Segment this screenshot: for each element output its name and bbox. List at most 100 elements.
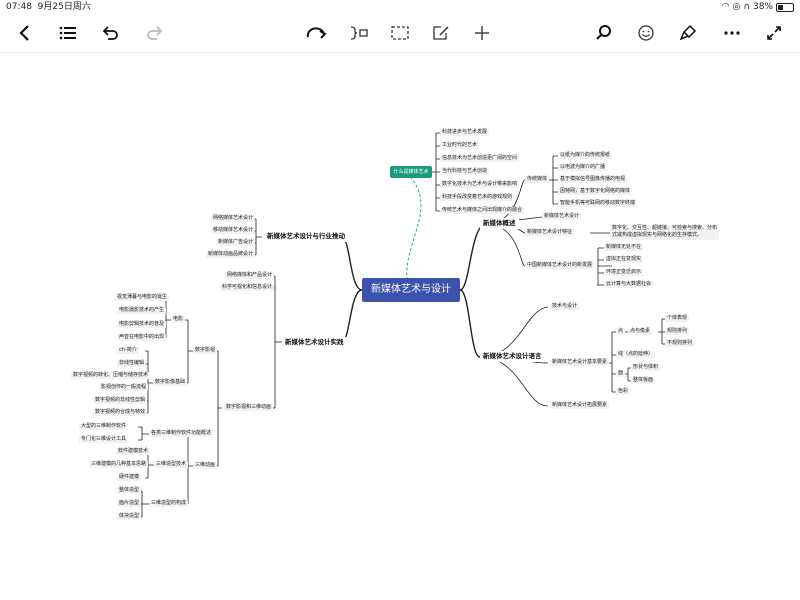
modeling-item[interactable]: 三维建模的几种基本思路 <box>89 461 149 468</box>
basics-item[interactable]: 数字视频的转化、压缩与储存技术 <box>71 372 151 379</box>
china-item[interactable]: 虚拟正在变现实 <box>604 256 644 263</box>
traditional-item[interactable]: 智能手机等可联网的移动数字终端 <box>558 200 638 207</box>
search-icon <box>596 25 611 40</box>
emoji-icon <box>638 25 654 41</box>
features-desc-line1: 数字化、交互性、超链接、可检索与搜索、分布 <box>612 225 718 231</box>
summary-button[interactable] <box>344 14 374 52</box>
note-button[interactable] <box>426 14 456 52</box>
industry-item[interactable]: 移动媒体艺术设计 <box>211 227 256 234</box>
redo-button[interactable] <box>139 14 169 52</box>
china-item[interactable]: 云计算与大数据社会 <box>604 281 654 288</box>
movie-item[interactable]: 视觉薄暮与电影的诞生 <box>115 294 170 301</box>
back-button[interactable] <box>10 14 40 52</box>
topic-basic-elements[interactable]: 新媒体艺术设计基本要素 <box>550 359 610 366</box>
basics-item[interactable]: 影视创作的一般流程 <box>99 384 149 391</box>
topic-face[interactable]: 面 <box>616 370 626 377</box>
outline-button[interactable] <box>53 14 83 52</box>
face-item[interactable]: 整体板面 <box>631 377 656 384</box>
modeling-item[interactable]: 硬件建模 <box>117 474 142 481</box>
topic-3d-structure[interactable]: 三维造型的构成 <box>149 500 189 507</box>
toolbar <box>0 14 800 53</box>
basics-item[interactable]: ch-简介 <box>117 347 139 354</box>
basics-item[interactable]: 数字视频的合成与特效 <box>93 409 148 416</box>
battery-icon <box>776 2 794 12</box>
topic-point-pixel[interactable]: 点与像素 <box>628 328 653 335</box>
industry-item[interactable]: 新媒体广告设计 <box>216 239 256 246</box>
features-description[interactable]: 数字化、交互性、超链接、可检索与搜索、分布 式或构成虚拟现实与网络化的生存模式。 <box>610 225 720 240</box>
face-item[interactable]: 形状与体积 <box>631 364 661 371</box>
callout-item[interactable]: 数字化技术为艺术与设计带来影响 <box>440 181 520 188</box>
undo-icon <box>102 26 118 40</box>
traditional-item[interactable]: 以纸为媒介的传统报纸 <box>558 152 613 159</box>
topic-3d-software[interactable]: 各类三维制作软件功能概述 <box>149 430 214 437</box>
topic-expand-elements[interactable]: 新媒体艺术设计拓展要素 <box>550 402 610 409</box>
redo-icon <box>147 26 163 40</box>
callout-item[interactable]: 当代科技与艺术创造 <box>440 168 490 175</box>
more-button[interactable] <box>717 14 747 52</box>
movie-item[interactable]: 电影摄影技术的产生 <box>117 307 167 314</box>
topic-traditional-media[interactable]: 传统媒体 <box>525 176 550 183</box>
topic-tech-design[interactable]: 技术与设计 <box>550 303 580 310</box>
topic-digital-film-3d[interactable]: 数字影视和三维动画 <box>224 404 274 411</box>
point-item[interactable]: 个体表现 <box>665 315 690 322</box>
format-button[interactable] <box>673 14 703 52</box>
basics-item[interactable]: 非线性编辑 <box>117 360 147 367</box>
boundary-button[interactable] <box>385 14 415 52</box>
status-bar: 07:48 9月25日周六 ◠ ◎ ∩ 38% <box>0 0 800 14</box>
undo-button[interactable] <box>96 14 126 52</box>
battery-percent: 38% <box>752 2 773 12</box>
branch-practice[interactable]: 新媒体艺术设计实践 <box>282 337 347 348</box>
callout-item[interactable]: 传统艺术与媒体之间出现媒介的融合 <box>440 207 525 214</box>
fullscreen-button[interactable] <box>759 14 789 52</box>
search-button[interactable] <box>589 14 619 52</box>
branch-industry[interactable]: 新媒体艺术设计与行业推动 <box>264 231 348 242</box>
callout-topic[interactable]: 什么是媒体艺术 <box>390 166 432 178</box>
industry-item[interactable]: 新媒体动画品牌设计 <box>206 251 256 258</box>
china-item[interactable]: 环境正变迁启示 <box>604 269 644 276</box>
format-brush-icon <box>679 24 697 41</box>
topic-features[interactable]: 新媒体艺术设计特征 <box>525 229 575 236</box>
headphones-icon: ∩ <box>743 2 750 12</box>
movie-item[interactable]: 声音在电影中的出现 <box>117 334 167 341</box>
point-item[interactable]: 不规则排列 <box>665 340 695 347</box>
china-item[interactable]: 新媒体无处不在 <box>604 244 644 251</box>
emoji-button[interactable] <box>631 14 661 52</box>
traditional-item[interactable]: 基于模拟信号图像传播的电视 <box>558 176 628 183</box>
status-right: ◠ ◎ ∩ 38% <box>722 0 794 14</box>
topic-movie[interactable]: 电影 <box>171 316 186 323</box>
root-topic[interactable]: 新媒体艺术与设计 <box>362 278 460 302</box>
movie-item[interactable]: 电影剪辑技术的普及 <box>117 321 167 328</box>
branch-overview[interactable]: 新媒体概述 <box>480 218 519 229</box>
industry-item[interactable]: 网络媒体艺术设计 <box>211 215 256 222</box>
topic-visualization[interactable]: 科学可视化和信息设计 <box>220 284 275 291</box>
branch-design-language[interactable]: 新媒体艺术设计语言 <box>480 351 545 362</box>
software-item[interactable]: 大型的三维制作软件 <box>79 423 129 430</box>
basics-item[interactable]: 数字视频的非线性剪辑 <box>93 397 148 404</box>
topic-point[interactable]: 点 <box>616 328 626 335</box>
callout-item[interactable]: 科技手段改变着艺术的游戏规则 <box>440 194 515 201</box>
point-item[interactable]: 规则排列 <box>665 328 690 335</box>
topic-art-design[interactable]: 新媒体艺术设计 <box>542 213 582 220</box>
traditional-item[interactable]: 以电波为媒介的广播 <box>558 164 608 171</box>
callout-item[interactable]: 信息技术为艺术创造更广阔的空间 <box>440 155 520 162</box>
traditional-item[interactable]: 因特网，基于数字化网络的媒体 <box>558 188 633 195</box>
topic-line[interactable]: 线（点的延伸） <box>616 351 656 358</box>
structure-item[interactable]: 体块造型 <box>117 513 142 520</box>
callout-item[interactable]: 工业时代的艺术 <box>440 142 480 149</box>
topic-digital-film[interactable]: 数字影视 <box>193 347 218 354</box>
status-time-date: 07:48 9月25日周六 <box>6 0 91 14</box>
mindmap-canvas[interactable]: 新媒体艺术与设计 什么是媒体艺术 科技进步与艺术发展 工业时代的艺术 信息技术为… <box>0 52 800 600</box>
topic-web-product[interactable]: 网络媒体和产品设计 <box>225 272 275 279</box>
topic-3d-modeling[interactable]: 三维造型技术 <box>154 461 189 468</box>
relayout-button[interactable] <box>302 14 332 52</box>
structure-item[interactable]: 整体造型 <box>117 487 142 494</box>
topic-image-basics[interactable]: 数字影像基础 <box>153 379 188 386</box>
software-item[interactable]: 专门化三维设计工具 <box>79 436 129 443</box>
add-button[interactable] <box>467 14 497 52</box>
modeling-item[interactable]: 软件建模技术 <box>116 448 151 455</box>
topic-china-development[interactable]: 中国新媒体艺术设计的新发展 <box>525 262 595 269</box>
callout-item[interactable]: 科技进步与艺术发展 <box>440 129 490 136</box>
structure-item[interactable]: 面片造型 <box>117 500 142 507</box>
topic-color[interactable]: 色彩 <box>616 388 631 395</box>
topic-3d-animation[interactable]: 三维动画 <box>193 462 218 469</box>
